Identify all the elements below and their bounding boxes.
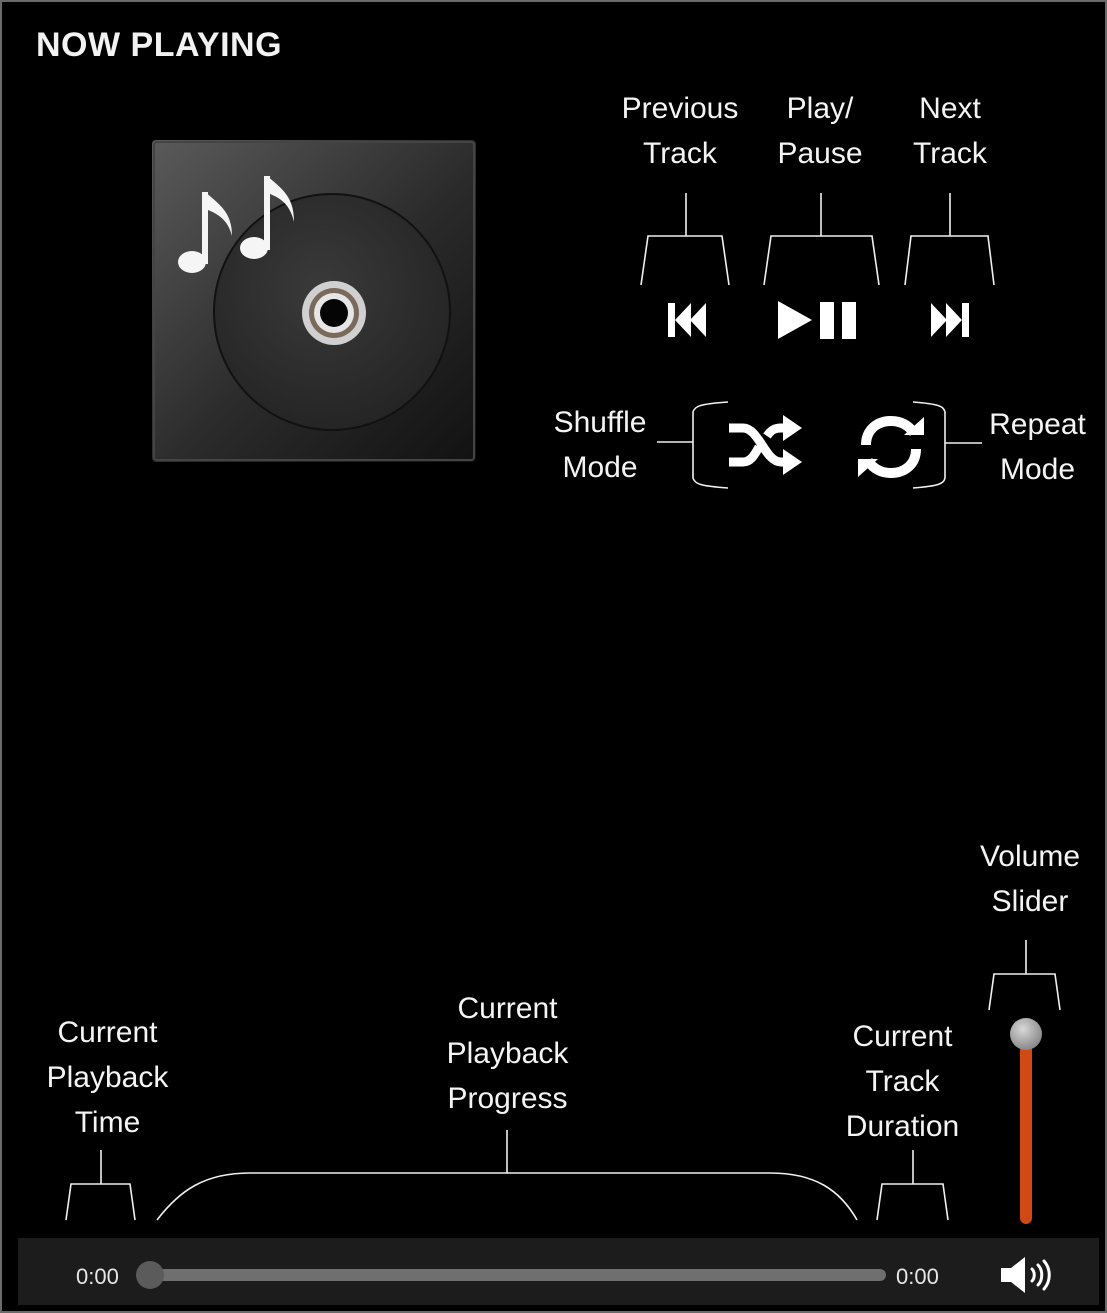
page-title: NOW PLAYING [36, 26, 283, 64]
track-duration-line-1: Current [852, 1020, 953, 1053]
volume-label-line-1: Volume [979, 840, 1081, 873]
playback-progress-line-2: Playback [446, 1037, 569, 1070]
progress-thumb[interactable] [136, 1261, 164, 1289]
play-pause-icon [778, 301, 856, 339]
shuffle-icon [729, 415, 802, 475]
shuffle-mode-button[interactable] [722, 410, 806, 480]
shuffle-mode-label: Shuffle Mode [535, 400, 665, 490]
play-pause-button[interactable] [770, 290, 870, 350]
playpause-label-line-1: Play/ [786, 92, 854, 125]
track-duration-line-2: Track [865, 1065, 940, 1098]
track-duration-label: Current Track Duration [830, 1014, 975, 1149]
playback-progress-label: Current Playback Progress [420, 986, 595, 1121]
repeat-icon [858, 415, 924, 479]
current-time: 0:00 [76, 1264, 119, 1289]
previous-label-line-1: Previous [621, 92, 739, 125]
next-track-label: Next Track [895, 86, 1005, 176]
next-track-button[interactable] [912, 290, 988, 350]
playpause-label-line-2: Pause [777, 137, 863, 170]
repeat-label-line-1: Repeat [989, 408, 1086, 441]
next-label-line-2: Track [913, 137, 987, 170]
shuffle-label-line-2: Mode [562, 451, 638, 484]
playback-time-line-3: Time [74, 1106, 141, 1139]
progress-track[interactable] [150, 1269, 886, 1281]
volume-slider-thumb[interactable] [1010, 1018, 1042, 1050]
playback-progress-line-1: Current [457, 992, 558, 1025]
speaker-icon [1001, 1257, 1051, 1293]
repeat-mode-label: Repeat Mode [975, 402, 1100, 492]
play-pause-label: Play/ Pause [760, 86, 880, 176]
shuffle-label-line-1: Shuffle [553, 406, 647, 439]
repeat-mode-button[interactable] [852, 412, 930, 482]
playback-time-line-2: Playback [46, 1061, 169, 1094]
track-duration: 0:00 [896, 1264, 939, 1289]
album-art [152, 140, 476, 462]
playback-time-label: Current Playback Time [30, 1010, 185, 1145]
playback-time-line-1: Current [57, 1016, 158, 1049]
playback-progress-line-3: Progress [447, 1082, 568, 1115]
track-duration-line-3: Duration [845, 1110, 960, 1143]
next-label-line-1: Next [919, 92, 981, 125]
previous-track-label: Previous Track [605, 86, 755, 176]
volume-slider-label: Volume Slider [965, 834, 1095, 924]
volume-slider-track[interactable] [1020, 1032, 1032, 1224]
volume-button[interactable] [996, 1252, 1060, 1298]
skip-previous-icon [668, 303, 706, 337]
repeat-label-line-2: Mode [999, 453, 1076, 486]
previous-track-button[interactable] [649, 290, 725, 350]
previous-label-line-2: Track [643, 137, 717, 170]
volume-label-line-2: Slider [991, 885, 1069, 918]
skip-next-icon [931, 303, 969, 337]
